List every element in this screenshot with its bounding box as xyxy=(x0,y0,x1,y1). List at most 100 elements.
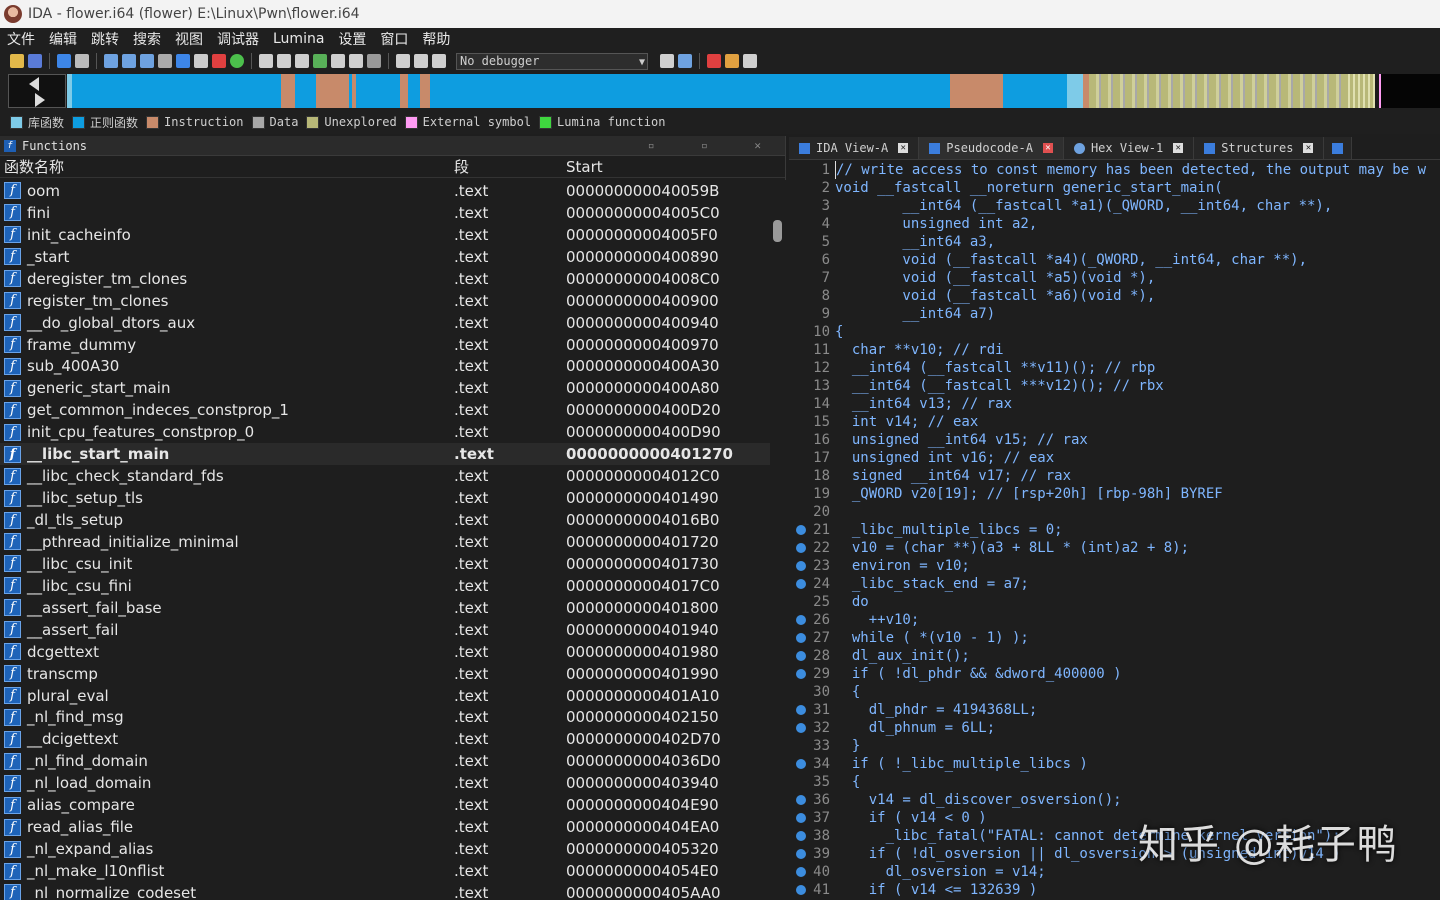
menu-view[interactable]: 视图 xyxy=(168,29,210,49)
code-line[interactable]: 10 { xyxy=(789,323,1440,341)
save-icon[interactable] xyxy=(28,54,42,68)
code-line[interactable]: 33 } xyxy=(789,737,1440,755)
menu-options[interactable]: 设置 xyxy=(331,29,373,49)
text-icon[interactable] xyxy=(212,54,226,68)
function-row[interactable]: f frame_dummy .text 0000000000400970 xyxy=(0,334,770,356)
code-line[interactable]: 3 __int64 (__fastcall *a1)(_QWORD, __int… xyxy=(789,197,1440,215)
column-header-segment[interactable]: 段 xyxy=(454,156,469,177)
function-row[interactable]: f init_cpu_features_constprop_0 .text 00000… xyxy=(0,421,770,443)
pseudocode-view[interactable]: 1 // write access to const memory has bee… xyxy=(789,161,1440,900)
code-line[interactable]: 41 if ( v14 <= 132639 ) xyxy=(789,881,1440,899)
code-line[interactable]: 14 __int64 v13; // rax xyxy=(789,395,1440,413)
script-icon[interactable] xyxy=(331,54,345,68)
function-row[interactable]: f _nl_load_domain .text 0000000000403940 xyxy=(0,772,770,794)
menu-help[interactable]: 帮助 xyxy=(415,29,457,49)
code-line[interactable]: 36 v14 = dl_discover_osversion(); xyxy=(789,791,1440,809)
tab-ida-view-a[interactable]: IDA View-A ✕ xyxy=(789,137,920,159)
function-row[interactable]: f dcgettext .text 0000000000401980 xyxy=(0,641,770,663)
close-icon[interactable]: ✕ xyxy=(1303,143,1314,153)
flag-icon[interactable] xyxy=(743,54,757,68)
function-row[interactable]: f register_tm_clones .text 0000000000400900 xyxy=(0,290,770,312)
function-icon[interactable] xyxy=(176,54,190,68)
panel-window-buttons[interactable]: ▫ ▫ ✕ xyxy=(648,139,785,152)
function-row[interactable]: f __libc_csu_fini .text 00000000004017C0 xyxy=(0,575,770,597)
code-line[interactable]: 19 _QWORD v20[19]; // [rsp+20h] [rbp-98h… xyxy=(789,485,1440,503)
trace-icon[interactable] xyxy=(725,54,739,68)
code-line[interactable]: 30 { xyxy=(789,683,1440,701)
code-line[interactable]: 5 __int64 a3, xyxy=(789,233,1440,251)
function-row[interactable]: f __assert_fail .text 0000000000401940 xyxy=(0,619,770,641)
code-line[interactable]: 23 environ = v10; xyxy=(789,557,1440,575)
menu-search[interactable]: 搜索 xyxy=(126,29,168,49)
menu-windows[interactable]: 窗口 xyxy=(373,29,415,49)
code-line[interactable]: 17 unsigned int v16; // eax xyxy=(789,449,1440,467)
function-row[interactable]: f __do_global_dtors_aux .text 0000000000400… xyxy=(0,312,770,334)
column-header-name[interactable]: 函数名称 xyxy=(4,156,64,177)
function-row[interactable]: f fini .text 00000000004005C0 xyxy=(0,202,770,224)
function-row[interactable]: f get_common_indeces_constprop_1 .text 0000… xyxy=(0,399,770,421)
function-row[interactable]: f _start .text 0000000000400890 xyxy=(0,246,770,268)
code-line[interactable]: 2 void __fastcall __noreturn generic_star… xyxy=(789,179,1440,197)
function-row[interactable]: f _nl_find_domain .text 00000000004036D0 xyxy=(0,750,770,772)
tab-structures[interactable]: Structures ✕ xyxy=(1194,137,1325,159)
function-row[interactable]: f __libc_csu_init .text 0000000000401730 xyxy=(0,553,770,575)
nav-scroll-control[interactable] xyxy=(8,74,66,108)
print-icon[interactable] xyxy=(259,54,273,68)
pause-icon[interactable] xyxy=(414,54,428,68)
menu-debugger[interactable]: 调试器 xyxy=(210,29,266,49)
function-row[interactable]: f oom .text 000000000040059B xyxy=(0,180,770,202)
function-row[interactable]: f _nl_expand_alias .text 0000000000405320 xyxy=(0,838,770,860)
function-row[interactable]: f __dcigettext .text 0000000000402D70 xyxy=(0,728,770,750)
hex-icon[interactable] xyxy=(158,54,172,68)
code-line[interactable]: 29 if ( !dl_phdr && &dword_400000 ) xyxy=(789,665,1440,683)
functions-scrollbar[interactable] xyxy=(770,180,786,900)
function-row[interactable]: f deregister_tm_clones .text 00000000004008… xyxy=(0,268,770,290)
code-line[interactable]: 26 ++v10; xyxy=(789,611,1440,629)
open-icon[interactable] xyxy=(10,54,24,68)
menu-file[interactable]: 文件 xyxy=(0,29,42,49)
code-line[interactable]: 13 __int64 (__fastcall ***v12)(); // rbx xyxy=(789,377,1440,395)
function-row[interactable]: f transcmp .text 0000000000401990 xyxy=(0,663,770,685)
run-icon[interactable] xyxy=(230,54,244,68)
code-line[interactable]: 24 _libc_stack_end = a7; xyxy=(789,575,1440,593)
code-line[interactable]: 16 unsigned __int64 v15; // rax xyxy=(789,431,1440,449)
nav-color-strip[interactable] xyxy=(67,74,1440,108)
function-row[interactable]: f plural_eval .text 0000000000401A10 xyxy=(0,685,770,707)
edit-icon[interactable] xyxy=(349,54,363,68)
scrollbar-thumb[interactable] xyxy=(773,220,782,242)
arrow-right-icon[interactable] xyxy=(35,93,45,107)
code-line[interactable]: 28 dl_aux_init(); xyxy=(789,647,1440,665)
chevron-down-icon[interactable]: ▼ xyxy=(639,55,645,70)
function-row[interactable]: f init_cacheinfo .text 00000000004005F0 xyxy=(0,224,770,246)
code-line[interactable]: 1 // write access to const memory has bee… xyxy=(789,161,1440,179)
menu-edit[interactable]: 编辑 xyxy=(42,29,84,49)
code-icon[interactable] xyxy=(104,54,118,68)
attach-icon[interactable] xyxy=(660,54,674,68)
stop-icon[interactable] xyxy=(432,54,446,68)
data-icon[interactable] xyxy=(122,54,136,68)
code-line[interactable]: 4 unsigned int a2, xyxy=(789,215,1440,233)
function-row[interactable]: f __libc_start_main .text 0000000000401270 xyxy=(0,443,770,466)
function-row[interactable]: f alias_compare .text 0000000000404E90 xyxy=(0,794,770,816)
menu-lumina[interactable]: Lumina xyxy=(266,31,331,47)
code-line[interactable]: 34 if ( !_libc_multiple_libcs ) xyxy=(789,755,1440,773)
back-icon[interactable] xyxy=(57,54,71,68)
play-icon[interactable] xyxy=(396,54,410,68)
code-line[interactable]: 20 xyxy=(789,503,1440,521)
tab-enums[interactable] xyxy=(1324,137,1353,159)
breakpoint-icon[interactable] xyxy=(707,54,721,68)
process-icon[interactable] xyxy=(678,54,692,68)
function-row[interactable]: f __pthread_initialize_minimal .text 000000… xyxy=(0,531,770,553)
menu-jump[interactable]: 跳转 xyxy=(84,29,126,49)
close-icon[interactable] xyxy=(367,54,381,68)
code-line[interactable]: 6 void (__fastcall *a4)(_QWORD, __int64,… xyxy=(789,251,1440,269)
function-row[interactable]: f _nl_make_l10nflist .text 00000000004054E0 xyxy=(0,860,770,882)
code-line[interactable]: 7 void (__fastcall *a5)(void *), xyxy=(789,269,1440,287)
code-line[interactable]: 25 do xyxy=(789,593,1440,611)
code-line[interactable]: 15 int v14; // eax xyxy=(789,413,1440,431)
xref-icon[interactable] xyxy=(295,54,309,68)
code-line[interactable]: 12 __int64 (__fastcall **v11)(); // rbp xyxy=(789,359,1440,377)
code-line[interactable]: 11 char **v10; // rdi xyxy=(789,341,1440,359)
function-row[interactable]: f __libc_check_standard_fds .text 000000000… xyxy=(0,465,770,487)
code-line[interactable]: 35 { xyxy=(789,773,1440,791)
